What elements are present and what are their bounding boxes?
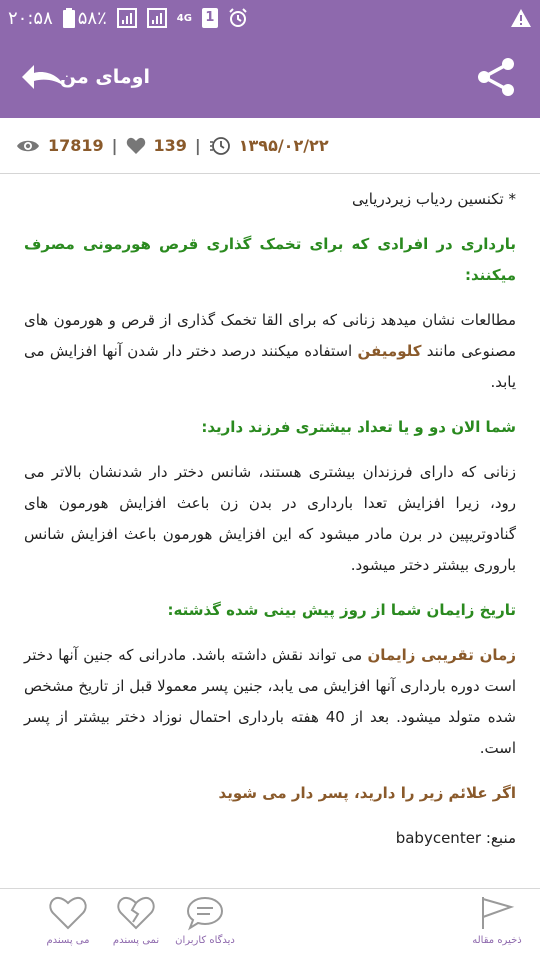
sim-indicator: 1 xyxy=(201,8,218,28)
warning-icon xyxy=(511,9,531,27)
broken-heart-icon xyxy=(117,896,155,930)
comments-button[interactable]: دیدگاه کاربران xyxy=(160,895,250,957)
history-clock-icon xyxy=(209,136,230,155)
save-article-button[interactable]: ذخیره مقاله xyxy=(452,895,540,957)
back-button[interactable] xyxy=(18,59,68,95)
alarm-icon xyxy=(229,8,247,27)
bottom-action-bar: می پسندم نمی پسندم دیدگاه کاربران ذخیره … xyxy=(0,888,540,960)
publish-date: ۱۳۹۵/۰۲/۲۲ xyxy=(238,136,329,155)
paragraph-ovulation-pills: مطالعات نشان میدهد زنانی که برای القا تخ… xyxy=(24,305,516,398)
meta-separator: | xyxy=(111,136,118,155)
battery-percent: ۵۸٪ xyxy=(77,7,107,29)
article-line-1-text: * تکنسین ردیاب زیردریایی xyxy=(352,190,516,208)
heart-outline-icon xyxy=(49,896,87,930)
save-label: ذخیره مقاله xyxy=(472,935,522,946)
view-count: 17819 xyxy=(48,136,104,155)
status-time: ۲۰:۵۸ xyxy=(8,7,53,29)
battery-icon xyxy=(62,8,75,28)
signal-icon xyxy=(116,8,137,28)
back-arrow-icon xyxy=(22,65,64,89)
like-label: می پسندم xyxy=(46,935,90,946)
due-date-keyword: زمان تقریبی زایمان xyxy=(367,646,516,664)
network-type: 4G xyxy=(176,12,192,24)
app-title: اومای من xyxy=(59,66,150,88)
dislike-label: نمی پسندم xyxy=(112,935,160,946)
article-line-1: * تکنسین ردیاب زیردریایی xyxy=(24,184,516,215)
paragraph-due-date: زمان تقریبی زایمان می تواند نقش داشته با… xyxy=(24,640,516,764)
article-meta: 17819 | 139 | ۱۳۹۵/۰۲/۲۲ xyxy=(0,118,540,174)
clomiphene-keyword: کلومیفن xyxy=(357,342,422,360)
heading-more-children: شما الان دو و یا تعداد بیشتری فرزند داری… xyxy=(201,418,516,436)
signal-icon-2 xyxy=(146,8,167,28)
source-label: منبع: xyxy=(485,829,516,847)
heading-boy-signs: اگر علائم زیر را دارید، پسر دار می شوید xyxy=(218,784,516,802)
battery-indicator: ۵۸٪ xyxy=(62,7,107,29)
heading-due-date: تاریخ زایمان شما از روز پیش بینی شده گذش… xyxy=(167,601,516,619)
flag-icon xyxy=(482,897,515,929)
paragraph-more-children: زنانی که دارای فرزندان بیشتری هستند، شان… xyxy=(24,463,516,574)
meta-separator-2: | xyxy=(194,136,201,155)
heart-icon xyxy=(126,137,145,154)
comments-label: دیدگاه کاربران xyxy=(175,935,235,946)
article-body: * تکنسین ردیاب زیردریایی بارداری در افرا… xyxy=(24,184,516,854)
source-line: منبع: babycenter xyxy=(24,823,516,854)
share-button[interactable] xyxy=(472,53,520,101)
status-left: ۲۰:۵۸ ۵۸٪ 4G 1 xyxy=(8,0,248,36)
app-bar: اومای من xyxy=(0,36,540,118)
eye-icon xyxy=(17,140,39,151)
heading-ovulation-pills: بارداری در افرادی که برای تخمک گذاری قرص… xyxy=(24,235,516,284)
weeks-number: 40 xyxy=(325,708,345,726)
comment-bubble-icon xyxy=(186,896,224,931)
share-icon xyxy=(478,58,514,96)
source-value: babycenter xyxy=(395,829,482,847)
like-count: 139 xyxy=(153,136,187,155)
status-bar: ۲۰:۵۸ ۵۸٪ 4G 1 xyxy=(0,0,540,36)
